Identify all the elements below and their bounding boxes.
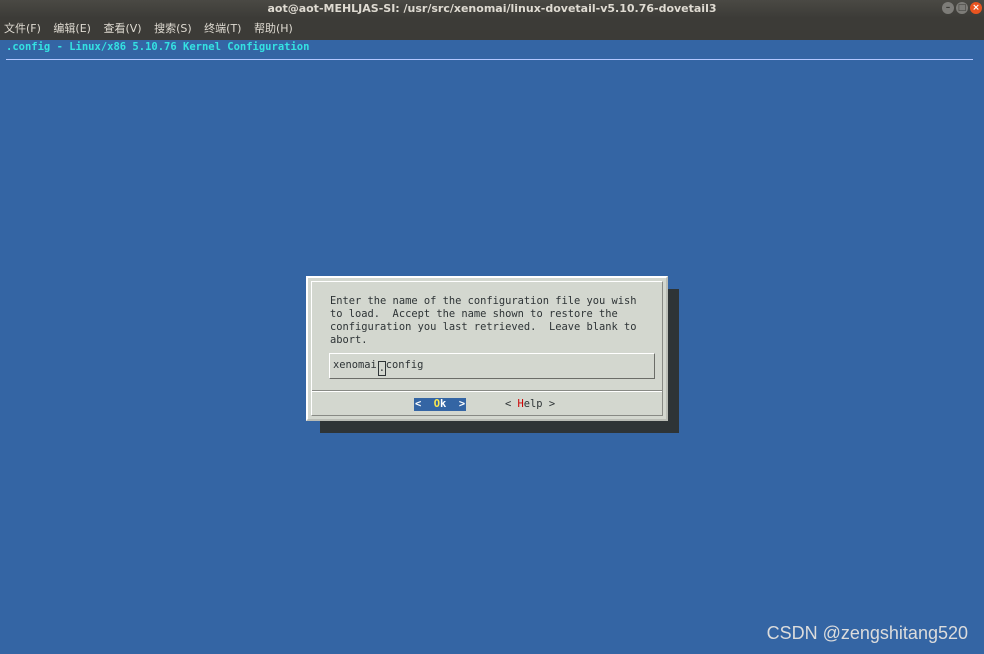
help-left-bracket: < bbox=[505, 398, 518, 410]
button-separator bbox=[312, 390, 662, 392]
text-cursor: . bbox=[377, 361, 386, 376]
menubar: 文件(F) 编辑(E) 查看(V) 搜索(S) 终端(T) 帮助(H) bbox=[0, 18, 984, 40]
prompt-line: configuration you last retrieved. Leave … bbox=[330, 321, 637, 333]
menu-help[interactable]: 帮助(H) bbox=[254, 18, 293, 40]
ok-left-bracket: < bbox=[415, 398, 434, 410]
backtitle: .config - Linux/x86 5.10.76 Kernel Confi… bbox=[6, 41, 310, 53]
menu-search[interactable]: 搜索(S) bbox=[154, 18, 192, 40]
filename-text-before: xenomai bbox=[333, 359, 377, 371]
prompt-line: to load. Accept the name shown to restor… bbox=[330, 308, 618, 320]
cursor-char: . bbox=[378, 362, 386, 374]
dialog-prompt: Enter the name of the configuration file… bbox=[330, 295, 660, 347]
ok-button[interactable]: < Ok > bbox=[414, 398, 467, 411]
window-title: aot@aot-MEHLJAS-SI: /usr/src/xenomai/lin… bbox=[267, 2, 717, 15]
csdn-watermark: CSDN @zengshitang520 bbox=[766, 623, 968, 643]
backtitle-divider bbox=[6, 59, 973, 60]
load-config-dialog: Enter the name of the configuration file… bbox=[306, 276, 668, 421]
prompt-line: Enter the name of the configuration file… bbox=[330, 295, 637, 307]
terminal-area[interactable]: .config - Linux/x86 5.10.76 Kernel Confi… bbox=[0, 40, 984, 654]
dialog-frame: Enter the name of the configuration file… bbox=[311, 281, 663, 416]
menu-edit[interactable]: 编辑(E) bbox=[53, 18, 91, 40]
help-button[interactable]: < Help > bbox=[505, 398, 555, 411]
ok-right-bracket: > bbox=[446, 398, 466, 410]
window-titlebar[interactable]: aot@aot-MEHLJAS-SI: /usr/src/xenomai/lin… bbox=[0, 0, 984, 18]
prompt-line: abort. bbox=[330, 334, 368, 346]
menu-file[interactable]: 文件(F) bbox=[4, 18, 41, 40]
filename-value[interactable]: xenomai .config bbox=[333, 359, 423, 376]
help-right-bracket: > bbox=[542, 398, 556, 410]
help-label-rest: elp bbox=[523, 398, 543, 410]
maximize-icon[interactable]: □ bbox=[956, 2, 968, 14]
filename-text-after: config bbox=[385, 359, 424, 371]
close-icon[interactable]: × bbox=[970, 2, 982, 14]
window-controls: – □ × bbox=[942, 2, 982, 14]
menu-view[interactable]: 查看(V) bbox=[103, 18, 141, 40]
filename-input[interactable]: xenomai .config bbox=[329, 353, 655, 379]
menu-terminal[interactable]: 终端(T) bbox=[204, 18, 241, 40]
minimize-icon[interactable]: – bbox=[942, 2, 954, 14]
